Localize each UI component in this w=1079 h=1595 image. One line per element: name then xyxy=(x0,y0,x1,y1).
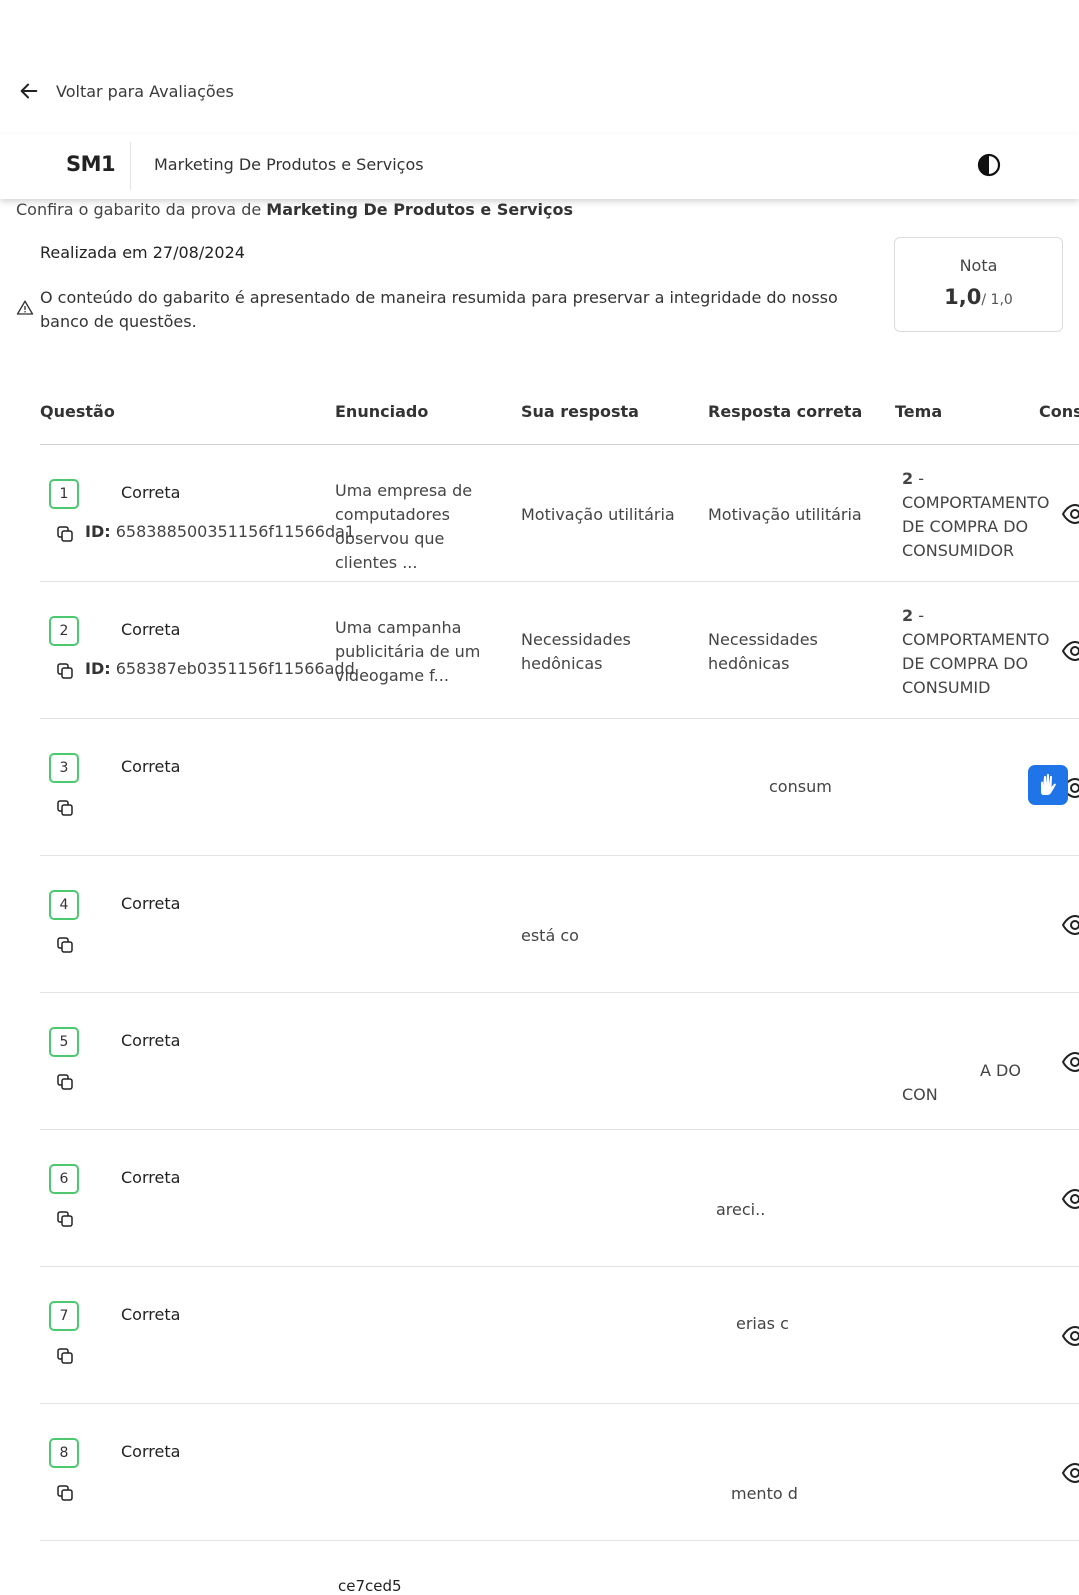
warning-icon xyxy=(16,300,34,315)
question-theme-fragment: A DO xyxy=(980,1061,1021,1080)
footer-fragment: ce7ced5 xyxy=(338,1577,402,1595)
copy-icon[interactable] xyxy=(57,1211,73,1227)
copy-icon[interactable] xyxy=(57,1074,73,1090)
question-theme-fragment: CON xyxy=(902,1085,938,1104)
question-statement: Uma campanha publicitária de um videogam… xyxy=(335,618,481,685)
sign-language-button[interactable] xyxy=(1028,765,1068,805)
correct-answer: areci.. xyxy=(716,1200,766,1219)
question-number-badge: 3 xyxy=(49,753,79,783)
correct-answer: mento d xyxy=(731,1484,798,1503)
copy-icon[interactable] xyxy=(57,1485,73,1501)
correct-answer: consum xyxy=(769,777,832,796)
table-row: 4 Correta está co xyxy=(40,856,1079,993)
exam-date: Realizada em 27/08/2024 xyxy=(40,243,245,262)
answer-status: Correta xyxy=(121,1031,181,1050)
copy-icon[interactable] xyxy=(57,663,73,679)
back-link-label: Voltar para Avaliações xyxy=(56,81,234,101)
contrast-icon[interactable] xyxy=(977,153,1001,177)
sign-language-icon xyxy=(1041,773,1056,795)
eye-icon[interactable] xyxy=(1062,1052,1079,1072)
question-number-badge: 2 xyxy=(49,616,79,646)
question-number-badge: 1 xyxy=(49,479,79,509)
answer-status: Correta xyxy=(121,1305,181,1324)
question-number-badge: 8 xyxy=(49,1438,79,1468)
answer-status: Correta xyxy=(121,483,181,502)
copy-icon[interactable] xyxy=(57,526,73,542)
grade-value: 1,0/ 1,0 xyxy=(944,285,1013,309)
answer-status: Correta xyxy=(121,620,181,639)
brand-logo: SM1 xyxy=(66,152,116,176)
question-number-badge: 7 xyxy=(49,1301,79,1331)
your-answer: Necessidades hedônicas xyxy=(521,630,631,673)
column-header-question: Questão xyxy=(40,402,115,421)
correct-answer: erias c xyxy=(736,1314,789,1333)
question-theme: 2 - COMPORTAMENTO DE COMPRA DO CONSUMID xyxy=(902,606,1050,697)
table-row: 7 Correta erias c xyxy=(40,1267,1079,1404)
answer-status: Correta xyxy=(121,894,181,913)
copy-icon[interactable] xyxy=(57,937,73,953)
integrity-warning: O conteúdo do gabarito é apresentado de … xyxy=(40,288,838,331)
eye-icon[interactable] xyxy=(1062,504,1079,524)
table-row: 1 Correta ID: 658388500351156f11566da1 U… xyxy=(40,445,1079,582)
copy-icon[interactable] xyxy=(57,1348,73,1364)
your-answer: está co xyxy=(521,926,579,945)
question-theme: 2 - COMPORTAMENTO DE COMPRA DO CONSUMIDO… xyxy=(902,469,1050,560)
course-title: Marketing De Produtos e Serviços xyxy=(154,155,424,174)
table-row: 3 Correta consum xyxy=(40,719,1079,856)
question-id: ID: 658387eb0351156f11566add xyxy=(85,659,355,678)
column-header-correct-answer: Resposta correta xyxy=(708,402,863,421)
answer-status: Correta xyxy=(121,757,181,776)
eye-icon[interactable] xyxy=(1062,641,1079,661)
back-to-assessments-link[interactable]: Voltar para Avaliações xyxy=(18,78,234,104)
correct-answer: Necessidades hedônicas xyxy=(708,630,818,673)
intro-text: Confira o gabarito da prova de Marketing… xyxy=(16,200,573,219)
question-number-badge: 5 xyxy=(49,1027,79,1057)
course-header-bar: SM1 Marketing De Produtos e Serviços xyxy=(0,134,1079,199)
column-header-theme: Tema xyxy=(895,402,943,421)
question-number-badge: 4 xyxy=(49,890,79,920)
question-id: ID: 658388500351156f11566da1 xyxy=(85,522,356,541)
intro-course-name: Marketing De Produtos e Serviços xyxy=(266,200,573,219)
answer-status: Correta xyxy=(121,1442,181,1461)
copy-icon[interactable] xyxy=(57,800,73,816)
correct-answer: Motivação utilitária xyxy=(708,505,862,524)
column-header-your-answer: Sua resposta xyxy=(521,402,639,421)
table-row: 6 Correta areci.. xyxy=(40,1130,1079,1267)
grade-card: Nota 1,0/ 1,0 xyxy=(894,237,1063,332)
grade-label: Nota xyxy=(959,256,998,275)
arrow-left-icon xyxy=(20,83,38,99)
eye-icon[interactable] xyxy=(1062,1189,1079,1209)
question-statement: Uma empresa de computadores observou que… xyxy=(335,481,473,572)
table-row: 5 Correta A DO CON xyxy=(40,993,1079,1130)
eye-icon[interactable] xyxy=(1062,1326,1079,1346)
table-row: 8 Correta mento d xyxy=(40,1404,1079,1541)
question-number-badge: 6 xyxy=(49,1164,79,1194)
header-divider xyxy=(130,142,131,190)
your-answer: Motivação utilitária xyxy=(521,505,675,524)
eye-icon[interactable] xyxy=(1062,1463,1079,1483)
column-header-consult: Cons xyxy=(1039,402,1079,421)
table-row: 2 Correta ID: 658387eb0351156f11566add U… xyxy=(40,582,1079,719)
answer-status: Correta xyxy=(121,1168,181,1187)
eye-icon[interactable] xyxy=(1062,915,1079,935)
column-header-statement: Enunciado xyxy=(335,402,429,421)
